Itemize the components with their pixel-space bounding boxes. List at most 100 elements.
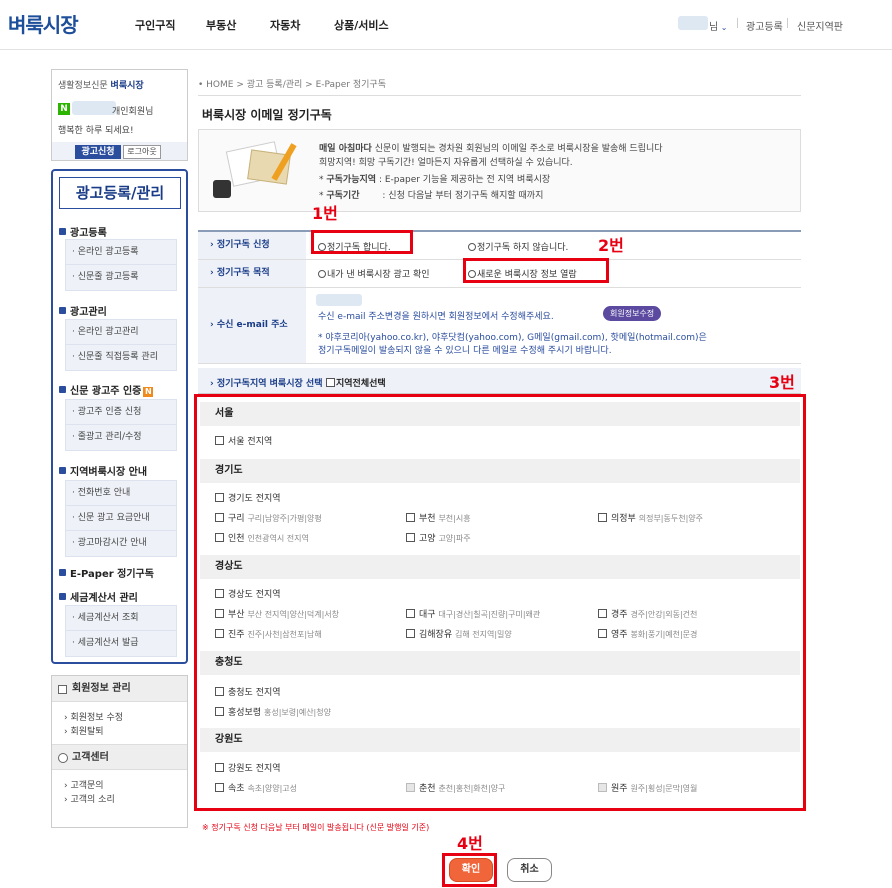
intro-line2: 희망지역! 희망 구독기간! 얼마든지 자유롭게 선택하실 수 있습니다. (319, 158, 573, 168)
sidebar-section-tax[interactable]: 세금계산서 관리 (59, 589, 138, 604)
sidebar-item-tax-view[interactable]: · 세금계산서 조회 (66, 606, 176, 631)
sidebar-item-paper-register[interactable]: · 신문줄 광고등록 (66, 265, 176, 290)
menu-title: 광고등록/관리 (59, 177, 181, 209)
nav-jobs[interactable]: 구인구직 (135, 17, 175, 33)
period-text: : 신청 다음날 부터 정기구독 해지할 때까지 (382, 191, 544, 201)
row-email: › 수신 e-mail 주소 수신 e-mail 주소변경을 원하시면 회원정보… (198, 288, 801, 364)
chevron-down-icon: ⌄ (718, 23, 728, 32)
label-email: › 수신 e-mail 주소 (198, 288, 306, 363)
sidebar-item-tax-issue[interactable]: · 세금계산서 발급 (66, 631, 176, 656)
submenu-ad-manage: · 온라인 광고관리 · 신문줄 직접등록 관리 (65, 319, 177, 371)
radio-subscribe-no[interactable]: 정기구독 하지 않습니다. (468, 240, 568, 253)
label-purpose: › 정기구독 목적 (198, 260, 306, 287)
sidebar-item-phone[interactable]: · 전화번호 안내 (66, 481, 176, 506)
annotation-label-3: 3번 (769, 373, 795, 392)
page-title: 벼룩시장 이메일 정기구독 (202, 108, 332, 122)
greeting: 행복한 하루 되세요! (58, 126, 134, 136)
annotation-label-4: 4번 (457, 834, 483, 853)
sidebar-item-line-ad-edit[interactable]: · 줄광고 관리/수정 (66, 425, 176, 450)
sidebar-item-auth-apply[interactable]: · 광고주 인증 신청 (66, 400, 176, 425)
headset-icon (58, 753, 68, 763)
checkbox-icon (326, 378, 335, 387)
naver-badge-icon: N (58, 103, 70, 115)
cancel-button[interactable]: 취소 (507, 858, 552, 882)
link-cs-inquiry[interactable]: › 고객문의 (64, 778, 104, 791)
email-warning-2: 정기구독메일이 발송되지 않을 수 있으니 다른 메일로 수정해 주시기 바랍니… (318, 346, 612, 356)
region-label: 구독가능지역 (326, 175, 377, 185)
brand-name: 벼룩시장 (110, 81, 144, 91)
nav-goods[interactable]: 상품/서비스 (334, 17, 389, 33)
sidebar-section-local-info[interactable]: 지역벼룩시장 안내 (59, 463, 147, 478)
region-text: : E-paper 기능을 제공하는 전 지역 벼룩시장 (378, 175, 551, 185)
submenu-ad-register: · 온라인 광고등록 · 신문줄 광고등록 (65, 239, 177, 291)
radio-icon (468, 243, 476, 251)
link-member-withdraw[interactable]: › 회원탈퇴 (64, 724, 104, 737)
radio-icon (318, 270, 326, 278)
username-masked (678, 16, 708, 30)
brand-prefix: 생활정보신문 (58, 81, 111, 91)
member-edit-button[interactable]: 회원정보수정 (603, 306, 662, 321)
header-link-paper[interactable]: 신문지역판 (797, 18, 843, 33)
sidebar-item-price[interactable]: · 신문 광고 요금안내 (66, 506, 176, 531)
submenu-tax: · 세금계산서 조회 · 세금계산서 발급 (65, 605, 177, 657)
logout-button[interactable]: 로그아웃 (123, 145, 161, 159)
label-region-select: › 정기구독지역 벼룩시장 선택 (210, 379, 323, 389)
header-link-ad[interactable]: 광고등록 (746, 18, 783, 33)
email-warning-1: * 야후코리아(yahoo.co.kr), 야후닷컴(yahoo.com), G… (318, 333, 707, 343)
submenu-advertiser-auth: · 광고주 인증 신청 · 줄광고 관리/수정 (65, 399, 177, 451)
submenu-local-info: · 전화번호 안내 · 신문 광고 요금안내 · 광고마감시간 안내 (65, 480, 177, 557)
sidebar-item-deadline[interactable]: · 광고마감시간 안내 (66, 531, 176, 556)
new-badge-icon: N (143, 387, 154, 397)
link-member-edit[interactable]: › 회원정보 수정 (64, 710, 123, 723)
annotation-box-2 (463, 258, 609, 283)
member-label: 개인회원님 (112, 107, 154, 117)
intro-box: 매일 아침마다 신문이 발행되는 경차원 회원님의 이메일 주소로 벼룩시장을 … (198, 129, 801, 212)
top-header: 벼룩시장 구인구직 부동산 자동차 상품/서비스 님 ⌄ 광고등록 신문지역판 (0, 0, 892, 50)
checkbox-all-regions[interactable]: 지역전체선택 (326, 376, 386, 389)
nav-car[interactable]: 자동차 (270, 17, 300, 33)
annotation-box-3 (194, 394, 806, 811)
annotation-label-1: 1번 (312, 204, 338, 223)
annotation-label-2: 2번 (598, 236, 624, 255)
square-bullet-icon (59, 467, 66, 474)
annotation-box-1 (311, 230, 413, 254)
radio-purpose-own[interactable]: 내가 낸 벼룩시장 광고 확인 (318, 267, 430, 280)
email-masked (316, 294, 362, 306)
sidebar-item-online-manage[interactable]: · 온라인 광고관리 (66, 320, 176, 345)
brand-line: 생활정보신문 벼룩시장 (58, 78, 144, 91)
sidebar-section-epaper[interactable]: E-Paper 정기구독 (59, 565, 154, 580)
label-subscribe: › 정기구독 신청 (198, 232, 306, 259)
sidebar-section-advertiser-auth[interactable]: 신문 광고주 인증 N (59, 382, 154, 397)
sidebar-item-paper-manage[interactable]: · 신문줄 직접등록 관리 (66, 345, 176, 370)
intro-line1: 신문이 발행되는 경차원 회원님의 이메일 주소로 벼룩시장을 발송해 드립니다 (371, 144, 663, 154)
row-region-select: › 정기구독지역 벼룩시장 선택 지역전체선택 (198, 368, 801, 394)
square-bullet-icon (59, 386, 66, 393)
envelope-illustration-icon (211, 141, 299, 204)
email-note: 수신 e-mail 주소변경을 원하시면 회원정보에서 수정해주세요. (318, 312, 554, 322)
row-subscribe: › 정기구독 신청 정기구독 합니다. 정기구독 하지 않습니다. (198, 232, 801, 260)
square-bullet-icon (59, 228, 66, 235)
square-bullet-icon (59, 307, 66, 314)
sidebar-menu: 광고등록/관리 광고등록 · 온라인 광고등록 · 신문줄 광고등록 광고관리 … (51, 169, 188, 664)
sidebar-section-ad-manage[interactable]: 광고관리 (59, 303, 107, 318)
sidebar-section-ad-register[interactable]: 광고등록 (59, 224, 107, 239)
link-cs-voice[interactable]: › 고객의 소리 (64, 792, 115, 805)
member-info-header: 회원정보 관리 (52, 676, 187, 702)
footnote: ※ 정기구독 신청 다음날 부터 메일이 발송됩니다 (신문 발행일 기준) (202, 823, 430, 832)
square-bullet-icon (59, 593, 66, 600)
annotation-box-4 (442, 853, 497, 887)
cs-header: 고객센터 (52, 744, 187, 770)
nav-realestate[interactable]: 부동산 (206, 17, 236, 33)
sidebar-item-online-register[interactable]: · 온라인 광고등록 (66, 240, 176, 265)
document-icon (58, 685, 67, 694)
user-suffix: 님 (709, 22, 719, 33)
square-bullet-icon (59, 569, 66, 576)
intro-bold: 매일 아침마다 (319, 144, 372, 154)
site-logo[interactable]: 벼룩시장 (8, 9, 79, 38)
user-menu[interactable]: 님 ⌄ (709, 18, 727, 33)
subscribe-form: › 정기구독 신청 정기구독 합니다. 정기구독 하지 않습니다. › 정기구독… (198, 230, 801, 394)
login-box: 생활정보신문 벼룩시장 N 개인회원님 행복한 하루 되세요! 광고신청 로그아… (51, 69, 188, 161)
ad-apply-button[interactable]: 광고신청 (75, 145, 121, 159)
member-cs-box: 회원정보 관리 › 회원정보 수정 › 회원탈퇴 고객센터 › 고객문의 › 고… (51, 675, 188, 828)
breadcrumb: • HOME > 광고 등록/관리 > E-Paper 정기구독 (198, 80, 386, 90)
